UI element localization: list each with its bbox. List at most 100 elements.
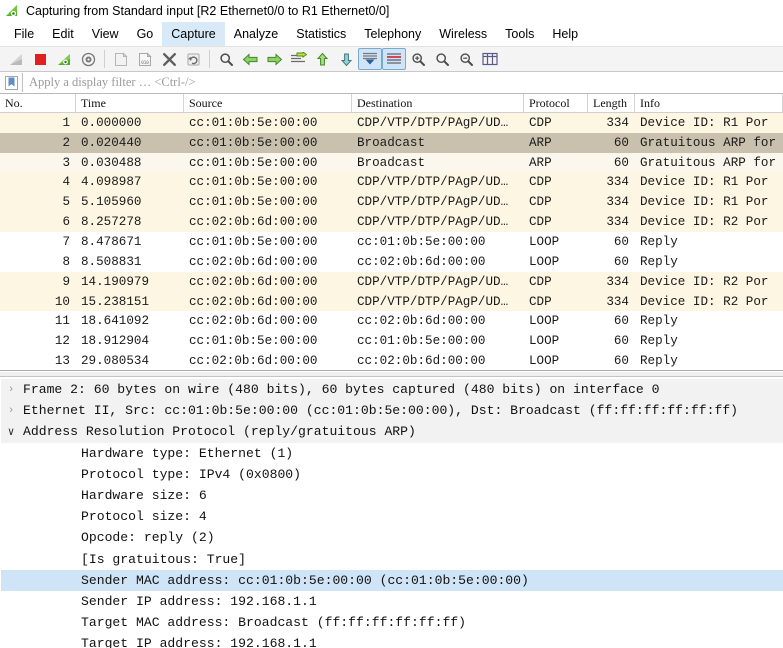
capture-options-icon[interactable]: [76, 48, 100, 70]
packet-row[interactable]: 9 14.190979 cc:02:0b:6d:00:00 CDP/VTP/DTP/P…: [0, 271, 783, 292]
detail-row-label: Target IP address: 192.168.1.1: [81, 636, 317, 648]
menu-item-view[interactable]: View: [83, 22, 128, 46]
packet-cell-src: cc:01:0b:5e:00:00: [189, 135, 318, 150]
column-header-no[interactable]: No.: [0, 94, 76, 112]
wireshark-window: Capturing from Standard input [R2 Ethern…: [0, 0, 783, 648]
detail-row[interactable]: Sender IP address: 192.168.1.1: [1, 591, 783, 612]
start-capture-icon[interactable]: [4, 48, 28, 70]
zoom-in-icon[interactable]: [406, 48, 430, 70]
packet-cell-src: cc:02:0b:6d:00:00: [189, 254, 318, 269]
packet-row[interactable]: 5 5.105960 cc:01:0b:5e:00:00 CDP/VTP/DTP/PA…: [0, 192, 783, 213]
colorize-packets-icon[interactable]: [382, 48, 406, 70]
packet-cell-proto: CDP: [529, 274, 552, 289]
packet-cell-src: cc:01:0b:5e:00:00: [189, 195, 318, 210]
packet-row[interactable]: 7 8.478671 cc:01:0b:5e:00:00 cc:01:0b:5e:00…: [0, 232, 783, 252]
display-filter-input[interactable]: Apply a display filter … <Ctrl-/>: [23, 73, 782, 92]
detail-row[interactable]: Opcode: reply (2): [1, 527, 783, 548]
packet-cell-len: 60: [613, 234, 629, 249]
packet-cell-len: 334: [606, 115, 629, 130]
packet-cell-time: 0.030488: [81, 155, 142, 170]
packet-row[interactable]: 2 0.020440 cc:01:0b:5e:00:00 Broadcast ARP 60…: [0, 132, 783, 153]
packet-detail-pane[interactable]: › Frame 2: 60 bytes on wire (480 bits), 6…: [0, 377, 783, 648]
packet-cell-no: 8: [62, 254, 70, 269]
restart-capture-icon[interactable]: [52, 48, 76, 70]
packet-cell-dst: cc:02:0b:6d:00:00: [357, 254, 486, 269]
column-header-len[interactable]: Length: [588, 94, 635, 112]
go-back-icon[interactable]: [238, 48, 262, 70]
packet-cell-info: Gratuitous ARP for: [640, 155, 777, 170]
packet-cell-len: 334: [606, 274, 629, 289]
packet-cell-dst: Broadcast: [357, 155, 426, 170]
go-to-last-icon[interactable]: [334, 48, 358, 70]
packet-row[interactable]: 8 8.508831 cc:02:0b:6d:00:00 cc:02:0b:6d:00…: [0, 251, 783, 272]
close-file-icon[interactable]: [157, 48, 181, 70]
chevron-down-icon[interactable]: ∨: [1, 425, 21, 439]
packet-row[interactable]: 6 8.257278 cc:02:0b:6d:00:00 CDP/VTP/DTP/PA…: [0, 212, 783, 233]
reload-file-icon[interactable]: [181, 48, 205, 70]
detail-row[interactable]: Target MAC address: Broadcast (ff:ff:ff:…: [1, 612, 783, 633]
column-header-info[interactable]: Info: [635, 94, 783, 112]
packet-cell-proto: LOOP: [529, 334, 560, 349]
detail-row[interactable]: › Ethernet II, Src: cc:01:0b:5e:00:00 (cc…: [1, 400, 783, 422]
packet-cell-proto: ARP: [529, 135, 552, 150]
column-header-proto[interactable]: Protocol: [524, 94, 588, 112]
packet-row[interactable]: 3 0.030488 cc:01:0b:5e:00:00 Broadcast ARP 60…: [0, 152, 783, 173]
packet-cell-info: Device ID: R1 Por: [640, 115, 769, 130]
menu-item-help[interactable]: Help: [543, 22, 587, 46]
packet-row[interactable]: 13 29.080534 cc:02:0b:6d:00:00 cc:02:0b:6d:…: [0, 351, 783, 370]
packet-cell-proto: CDP: [529, 115, 552, 130]
chevron-right-icon[interactable]: ›: [1, 405, 21, 417]
menu-item-go[interactable]: Go: [128, 22, 163, 46]
packet-list-body[interactable]: 1 0.000000 cc:01:0b:5e:00:00 CDP/VTP/DTP/PA…: [0, 113, 783, 370]
zoom-out-icon[interactable]: [430, 48, 454, 70]
find-packet-icon[interactable]: [214, 48, 238, 70]
packet-cell-src: cc:02:0b:6d:00:00: [189, 314, 318, 329]
menu-item-tools[interactable]: Tools: [496, 22, 543, 46]
detail-row[interactable]: Protocol type: IPv4 (0x0800): [1, 464, 783, 485]
packet-row[interactable]: 11 18.641092 cc:02:0b:6d:00:00 cc:02:0b:6d:…: [0, 311, 783, 332]
packet-cell-no: 1: [62, 115, 70, 130]
detail-row[interactable]: Sender MAC address: cc:01:0b:5e:00:00 (c…: [1, 569, 783, 591]
open-file-icon[interactable]: [109, 48, 133, 70]
packet-cell-proto: ARP: [529, 155, 552, 170]
menu-item-capture[interactable]: Capture: [162, 22, 225, 46]
resize-columns-icon[interactable]: [478, 48, 502, 70]
menu-item-statistics[interactable]: Statistics: [287, 22, 355, 46]
detail-row[interactable]: Hardware size: 6: [1, 485, 783, 506]
packet-cell-dst: CDP/VTP/DTP/PAgP/UD…: [357, 215, 509, 230]
detail-row[interactable]: Hardware type: Ethernet (1): [1, 443, 783, 464]
packet-row[interactable]: 4 4.098987 cc:01:0b:5e:00:00 CDP/VTP/DTP/PA…: [0, 172, 783, 193]
chevron-right-icon[interactable]: ›: [1, 384, 21, 396]
packet-row[interactable]: 1 0.000000 cc:01:0b:5e:00:00 CDP/VTP/DTP/PA…: [0, 113, 783, 133]
stop-capture-icon[interactable]: [28, 48, 52, 70]
column-header-src[interactable]: Source: [184, 94, 352, 112]
go-to-first-icon[interactable]: [310, 48, 334, 70]
go-to-packet-icon[interactable]: [286, 48, 310, 70]
bookmark-icon[interactable]: [1, 73, 23, 92]
auto-scroll-icon[interactable]: [358, 48, 382, 70]
packet-row[interactable]: 10 15.238151 cc:02:0b:6d:00:00 CDP/VTP/DTP/…: [0, 291, 783, 312]
detail-row[interactable]: › Frame 2: 60 bytes on wire (480 bits), 6…: [1, 379, 783, 401]
packet-cell-len: 60: [613, 314, 629, 329]
menu-item-wireless[interactable]: Wireless: [430, 22, 496, 46]
menu-item-telephony[interactable]: Telephony: [355, 22, 430, 46]
packet-cell-proto: CDP: [529, 195, 552, 210]
column-header-time[interactable]: Time: [76, 94, 184, 112]
normal-size-icon[interactable]: [454, 48, 478, 70]
detail-row-label: Sender MAC address: cc:01:0b:5e:00:00 (c…: [81, 572, 529, 588]
detail-row-label: [Is gratuitous: True]: [81, 551, 247, 567]
packet-cell-src: cc:01:0b:5e:00:00: [189, 155, 318, 170]
menu-item-file[interactable]: File: [5, 22, 43, 46]
packet-row[interactable]: 12 18.912904 cc:01:0b:5e:00:00 cc:01:0b:5e:…: [0, 331, 783, 352]
detail-row[interactable]: Target IP address: 192.168.1.1: [1, 633, 783, 648]
packet-cell-dst: cc:01:0b:5e:00:00: [357, 334, 486, 349]
packet-cell-src: cc:01:0b:5e:00:00: [189, 175, 318, 190]
save-file-icon[interactable]: 010: [133, 48, 157, 70]
detail-row[interactable]: Protocol size: 4: [1, 506, 783, 527]
column-header-dst[interactable]: Destination: [352, 94, 524, 112]
detail-row[interactable]: [Is gratuitous: True]: [1, 549, 783, 570]
go-forward-icon[interactable]: [262, 48, 286, 70]
menu-item-analyze[interactable]: Analyze: [225, 22, 287, 46]
detail-row[interactable]: ∨ Address Resolution Protocol (reply/grat…: [1, 421, 783, 443]
menu-item-edit[interactable]: Edit: [43, 22, 83, 46]
